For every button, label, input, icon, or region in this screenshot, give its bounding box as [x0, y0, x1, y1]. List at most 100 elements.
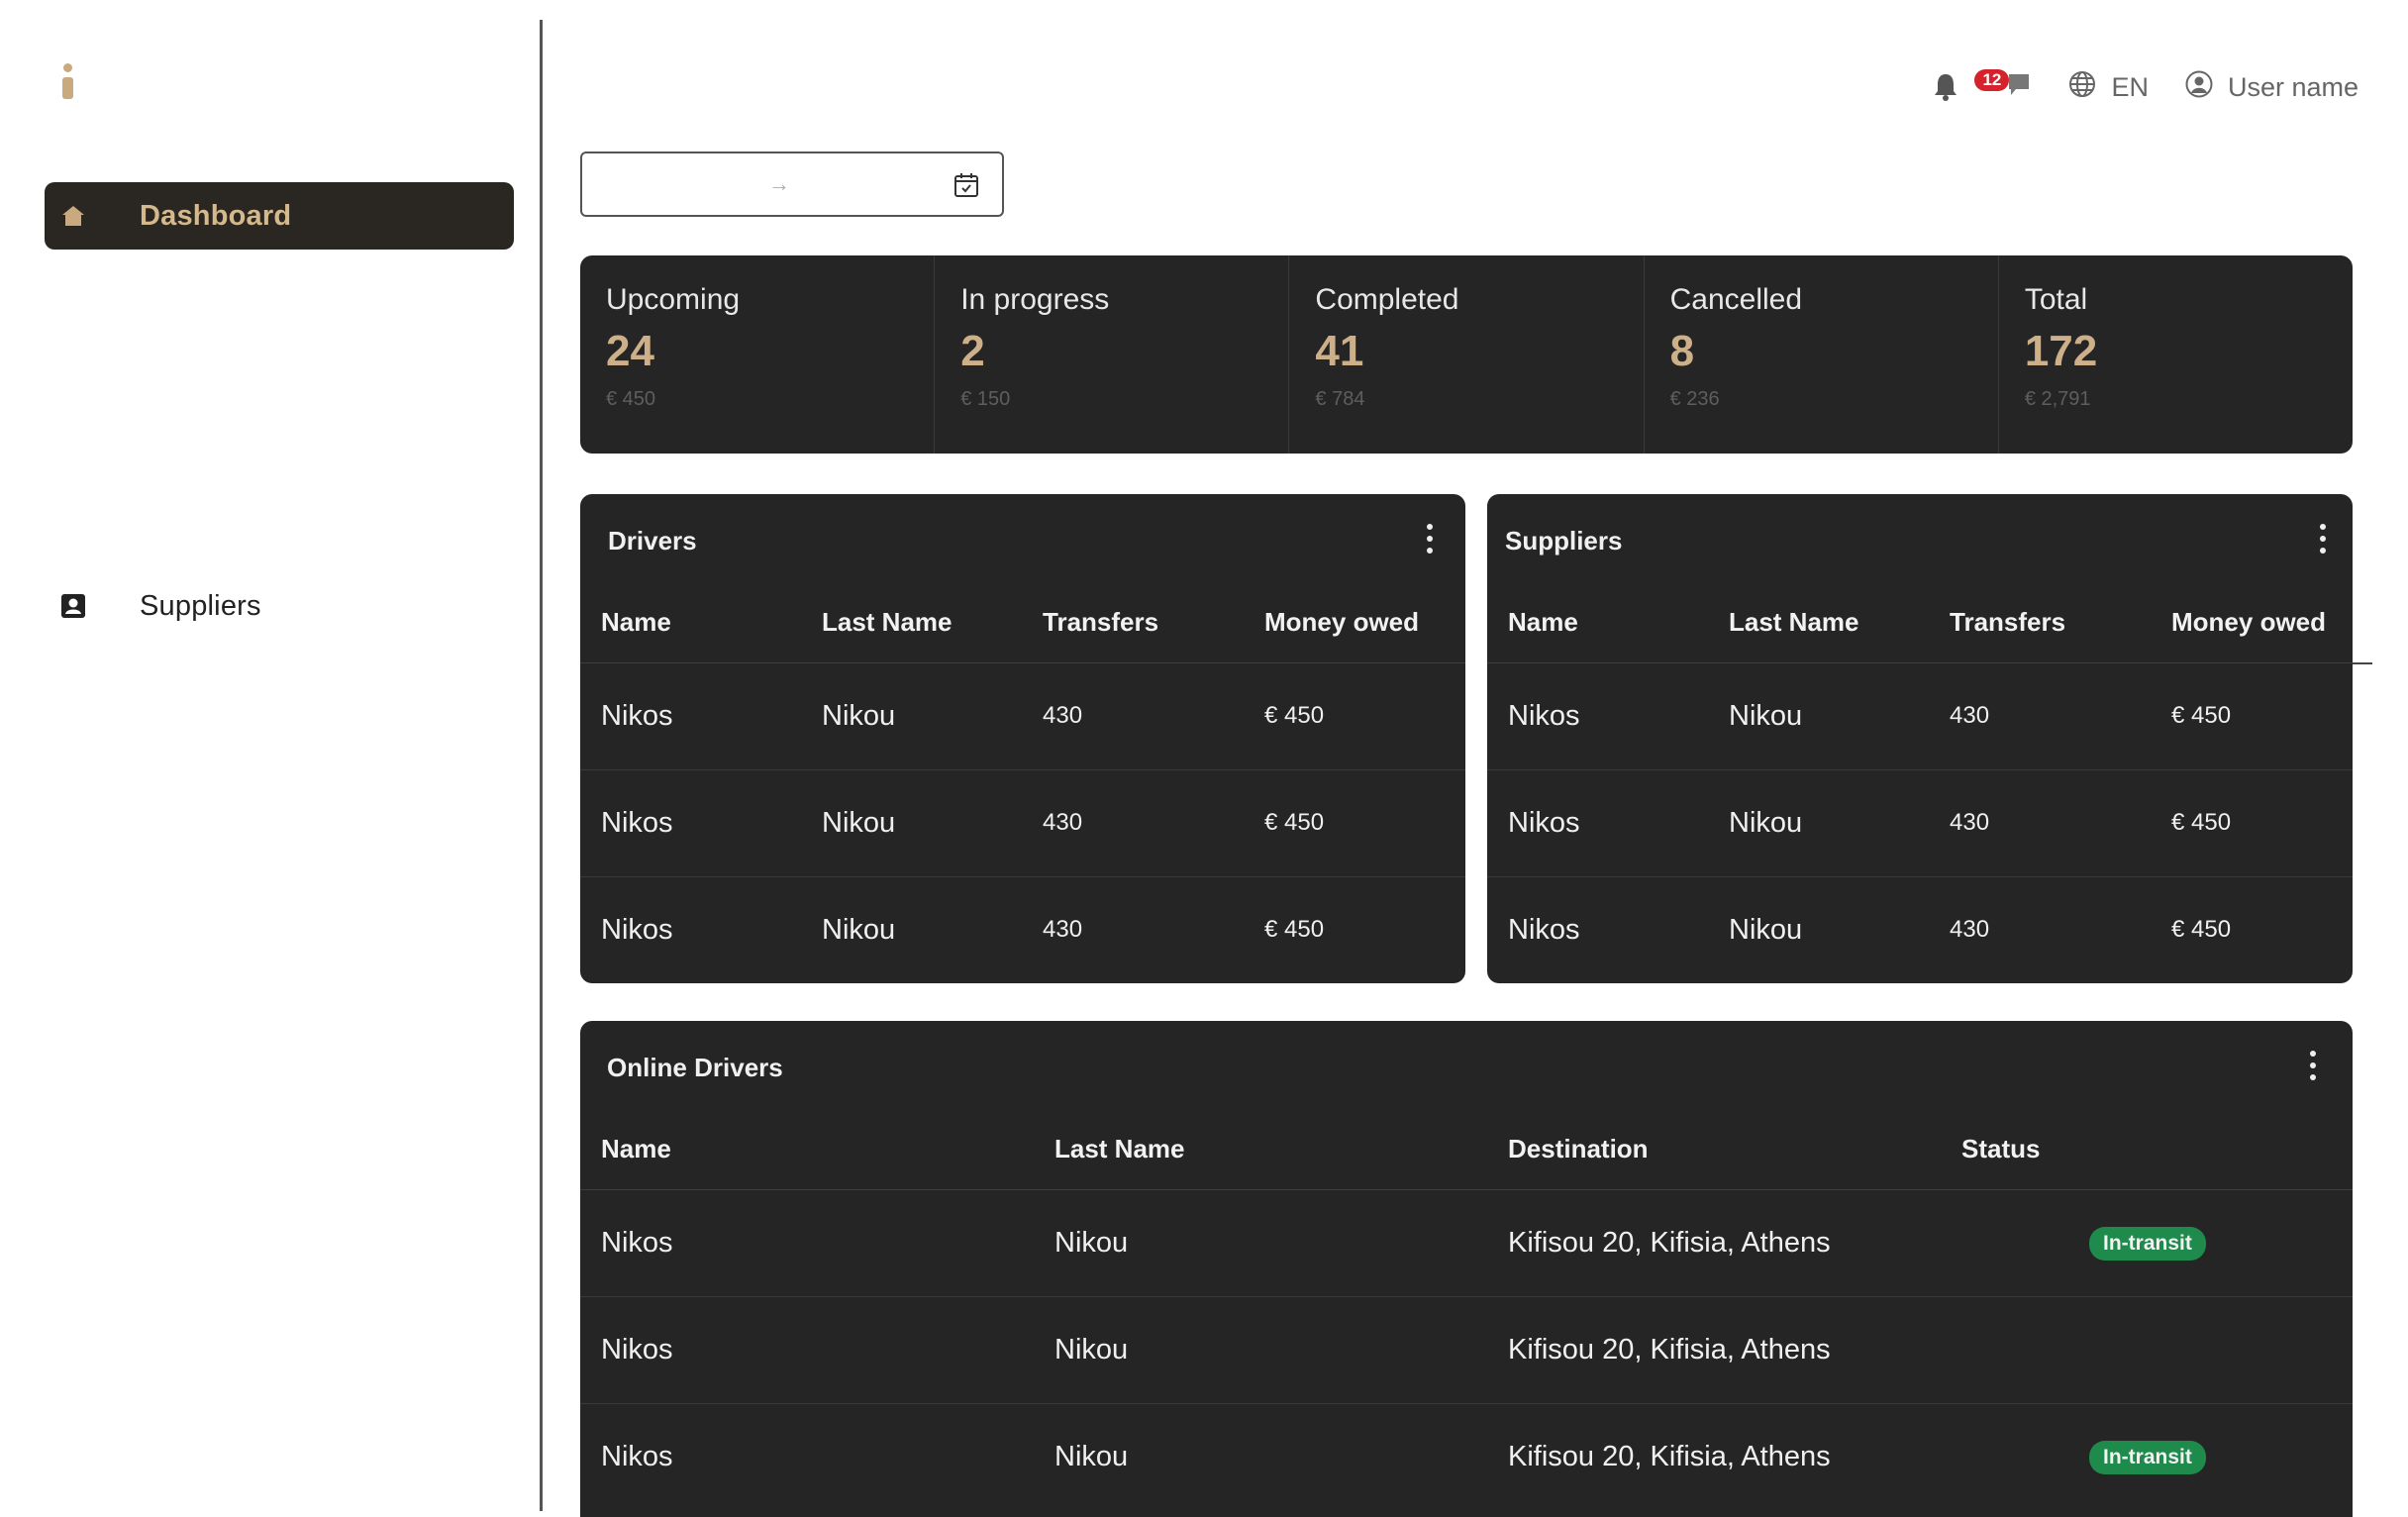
table-row[interactable]: Nikos Nikou 430 € 450: [580, 769, 1465, 877]
suppliers-panel: Suppliers Name Last Name Transfers Money…: [1487, 494, 2353, 983]
top-header: 12 EN User name: [1933, 65, 2358, 109]
stat-count: 172: [2024, 327, 2098, 375]
online-drivers-panel: Online Drivers Name Last Name Destinatio…: [580, 1021, 2353, 1517]
cell-money-owed: € 450: [1244, 662, 1465, 770]
stat-label: Upcoming: [606, 283, 741, 316]
table-row[interactable]: Nikos Nikou 430 € 450: [1487, 662, 2353, 770]
column-header[interactable]: Last Name: [801, 583, 1022, 663]
stat-amount: € 150: [960, 388, 1011, 410]
column-header[interactable]: Name: [1487, 583, 1708, 663]
cell-name: Nikos: [601, 1440, 673, 1472]
table-row[interactable]: Nikos Nikou 430 € 450: [580, 662, 1465, 770]
table-row[interactable]: Nikos Nikou 430 € 450: [1487, 769, 2353, 877]
table-header-row: Name Last Name Destination Status: [580, 1110, 2353, 1190]
table-row[interactable]: Nikos Nikou 430 € 450: [580, 876, 1465, 983]
column-header[interactable]: Money owed: [1244, 583, 1465, 663]
cell-name: Nikos: [1508, 913, 1580, 946]
cell-status: In-transit: [1941, 1403, 2353, 1510]
user-name: User name: [2227, 71, 2358, 102]
stat-label: Total: [2024, 283, 2088, 316]
stat-upcoming[interactable]: Upcoming 24 € 450: [580, 255, 936, 454]
stat-amount: € 784: [1315, 388, 1365, 410]
panel-title: Suppliers: [1505, 526, 1623, 556]
column-header[interactable]: Last Name: [1034, 1110, 1487, 1190]
bell-icon: [1933, 71, 1958, 106]
column-header[interactable]: Name: [580, 1110, 1034, 1190]
user-avatar-icon: [2184, 69, 2214, 106]
drivers-panel: Drivers Name Last Name Transfers Money o…: [580, 494, 1465, 983]
cell-name: Nikos: [580, 1296, 1034, 1404]
home-icon: [58, 201, 88, 231]
more-options-icon[interactable]: [2317, 524, 2329, 554]
column-header[interactable]: Destination: [1487, 1110, 1941, 1190]
stats-summary: Upcoming 24 € 450 In progress 2 € 150 Co…: [580, 255, 2353, 454]
status-badge: In-transit: [2089, 1227, 2206, 1261]
cell-name: Nikos: [580, 769, 801, 877]
online-drivers-table: Name Last Name Destination Status Nikos …: [580, 1110, 2353, 1510]
sidebar-item-dashboard[interactable]: Dashboard: [45, 182, 514, 250]
sidebar: Dashboard Suppliers: [0, 0, 540, 1517]
cell-status: [1941, 1296, 2353, 1404]
cell-destination: Kifisou 20, Kifisia, Athens: [1487, 1189, 1941, 1297]
user-menu[interactable]: User name: [2184, 69, 2358, 106]
cell-last-name: Nikou: [801, 662, 1022, 770]
date-range-picker[interactable]: →: [580, 152, 1004, 217]
cell-last-name: Nikou: [1729, 913, 1803, 946]
language-selector[interactable]: EN: [2067, 69, 2149, 106]
globe-icon: [2067, 69, 2097, 106]
stat-total[interactable]: Total 172 € 2,791: [1999, 255, 2353, 454]
cell-transfers: 430: [1022, 662, 1244, 770]
table-row[interactable]: Nikos Nikou 430 € 450: [1487, 876, 2353, 983]
cell-status: In-transit: [1941, 1189, 2353, 1297]
arrow-right-icon: →: [768, 171, 790, 196]
stat-amount: € 450: [606, 388, 656, 410]
panel-title: Drivers: [608, 526, 697, 556]
cell-transfers: 430: [1043, 916, 1083, 944]
stat-in-progress[interactable]: In progress 2 € 150: [935, 255, 1290, 454]
notification-count-badge: 12: [1974, 69, 2010, 91]
cell-transfers: 430: [1950, 916, 1990, 944]
table-header-row: Name Last Name Transfers Money owed: [580, 583, 1465, 663]
cell-money-owed: € 450: [2151, 769, 2353, 877]
cell-money-owed: € 450: [1244, 769, 1465, 877]
cell-money-owed: € 450: [2151, 662, 2353, 770]
cell-last-name: Nikou: [1034, 1296, 1487, 1404]
cell-name: Nikos: [1487, 662, 1708, 770]
stat-amount: € 236: [1669, 388, 1720, 410]
sidebar-divider: [540, 20, 543, 1511]
column-header[interactable]: Transfers: [1929, 583, 2151, 663]
more-options-icon[interactable]: [1424, 524, 1436, 554]
cell-last-name: Nikou: [801, 769, 1022, 877]
stat-amount: € 2,791: [2024, 388, 2091, 410]
table-row[interactable]: Nikos Nikou Kifisou 20, Kifisia, Athens: [580, 1296, 2353, 1404]
column-header[interactable]: Last Name: [1708, 583, 1929, 663]
stat-completed[interactable]: Completed 41 € 784: [1289, 255, 1645, 454]
contact-card-icon: [58, 591, 88, 621]
cell-transfers: 430: [1929, 769, 2151, 877]
table-row[interactable]: Nikos Nikou Kifisou 20, Kifisia, Athens …: [580, 1403, 2353, 1510]
cell-last-name: Nikou: [1708, 662, 1929, 770]
stat-label: Completed: [1315, 283, 1459, 316]
stat-count: 41: [1315, 327, 1364, 375]
cell-last-name: Nikou: [1054, 1440, 1129, 1472]
column-header[interactable]: Name: [580, 583, 801, 663]
notifications-button[interactable]: 12: [1933, 65, 2032, 109]
more-options-icon[interactable]: [2307, 1051, 2319, 1080]
cell-last-name: Nikou: [1708, 769, 1929, 877]
table-row[interactable]: Nikos Nikou Kifisou 20, Kifisia, Athens …: [580, 1189, 2353, 1297]
sidebar-item-label: Dashboard: [140, 199, 292, 232]
column-header[interactable]: Money owed: [2151, 583, 2353, 663]
cell-name: Nikos: [580, 1189, 1034, 1297]
calendar-icon[interactable]: [953, 171, 980, 204]
sidebar-item-suppliers[interactable]: Suppliers: [45, 572, 514, 640]
cell-name: Nikos: [1487, 769, 1708, 877]
suppliers-table: Name Last Name Transfers Money owed Niko…: [1487, 583, 2353, 983]
column-header[interactable]: Transfers: [1022, 583, 1244, 663]
stat-label: Cancelled: [1669, 283, 1803, 316]
chat-icon: [2008, 73, 2030, 102]
status-badge: In-transit: [2089, 1441, 2206, 1475]
column-header[interactable]: Status: [1941, 1110, 2353, 1190]
stat-cancelled[interactable]: Cancelled 8 € 236: [1645, 255, 1999, 454]
logo-icon[interactable]: [59, 63, 75, 99]
stat-count: 8: [1669, 327, 1695, 375]
